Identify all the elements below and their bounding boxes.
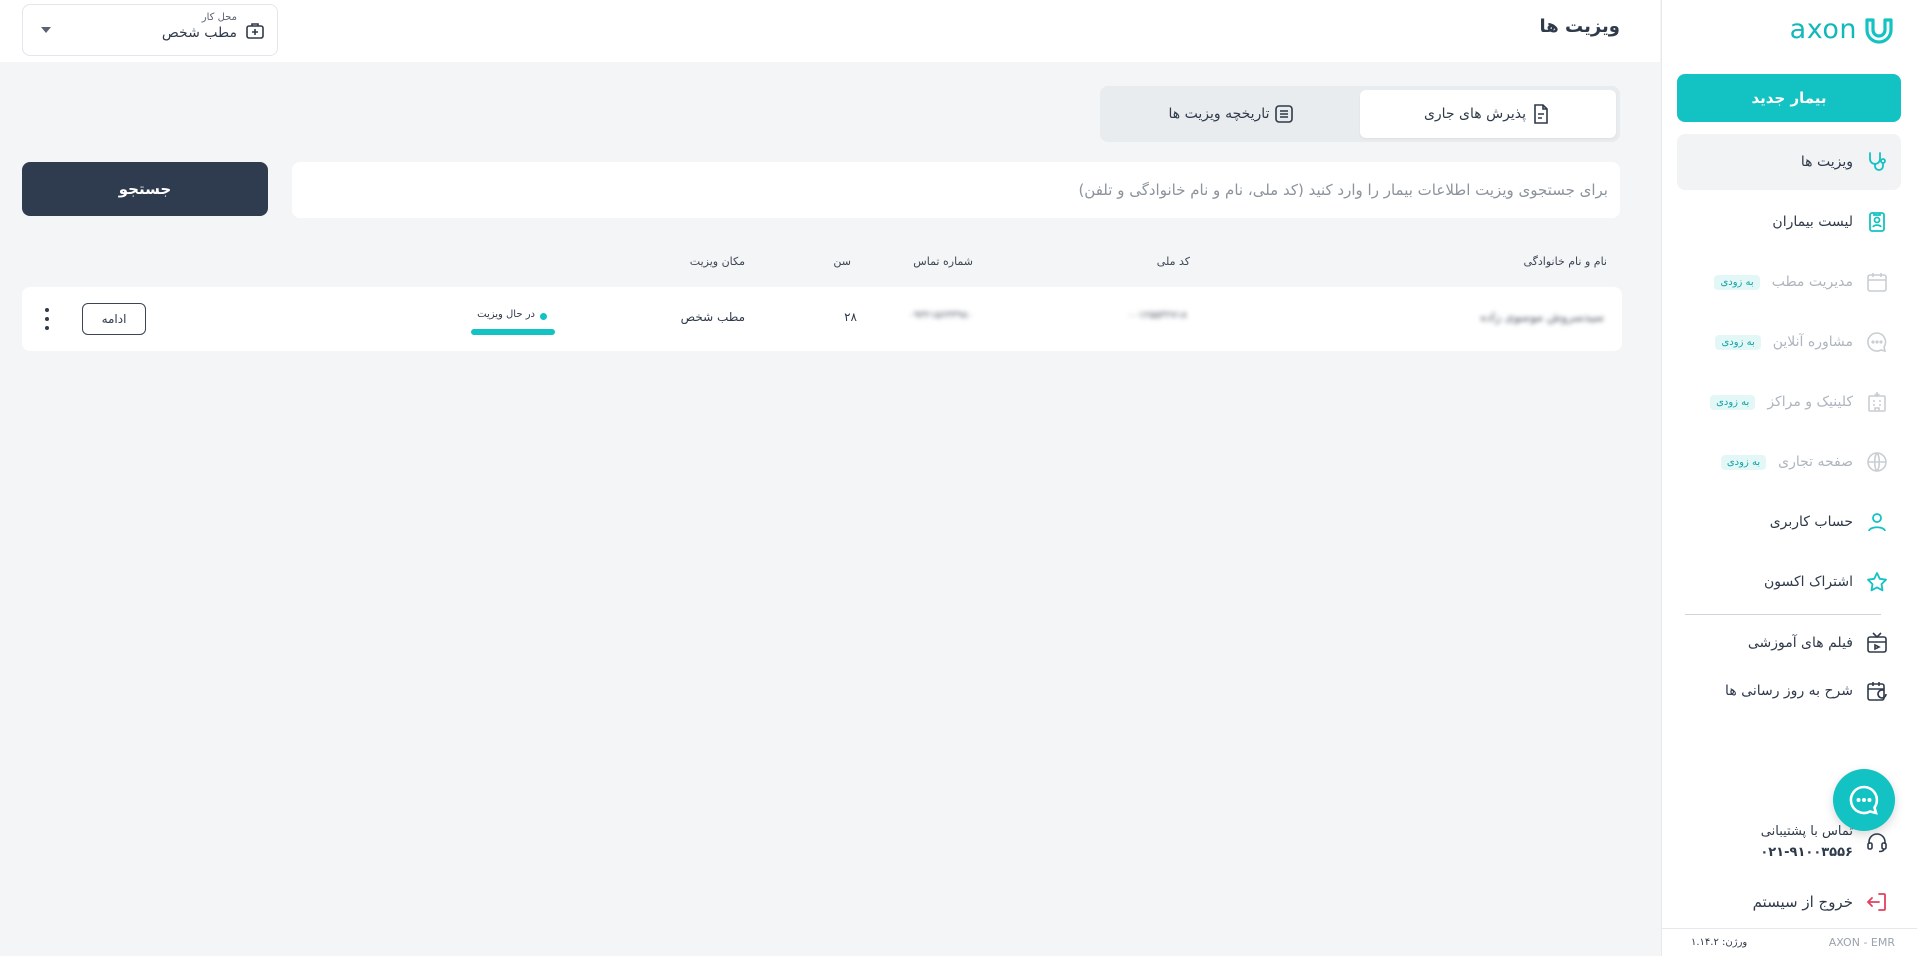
building-icon	[1868, 392, 1886, 412]
sidebar-item-tutorial-videos[interactable]: فیلم های آموزشی	[1677, 621, 1901, 665]
table-row[interactable]: سیدسروش موسوی زاده ۰۰۱۲۵۵۳۲۷۱۸ ۰۹۳۲۱۵۶۳۳…	[22, 287, 1622, 351]
patient-list-icon	[1869, 212, 1885, 232]
sidebar-item-label: حساب کاربری	[1769, 514, 1853, 530]
sidebar-item-online-consultation[interactable]: مشاوره آنلاین به زودی	[1677, 314, 1901, 370]
sidebar-nav: ویزیت ها لیست بیماران مدیریت مطب به زودی…	[1677, 134, 1901, 717]
new-patient-button[interactable]: بیمار جدید	[1677, 74, 1901, 122]
footer-brand: AXON - EMR	[1828, 936, 1895, 949]
sidebar-item-business-page[interactable]: صفحه تجاری به زودی	[1677, 434, 1901, 490]
top-bar: ویزیت ها محل کار مطب شخص	[0, 0, 1660, 62]
list-icon	[1275, 105, 1294, 123]
sidebar-item-label: ویزیت ها	[1800, 154, 1853, 170]
support-phone: ۰۲۱-۹۱۰۰۳۵۵۶	[1760, 845, 1853, 860]
column-header-phone: شماره تماس	[913, 255, 973, 268]
status-text: در حال ویزیت	[477, 309, 535, 320]
calendar-icon	[1867, 273, 1887, 292]
sidebar-item-subscription[interactable]: اشتراک اکسون	[1677, 554, 1901, 610]
tab-label: تاریخچه ویزیت ها	[1168, 106, 1270, 122]
sidebar-item-office-management[interactable]: مدیریت مطب به زودی	[1677, 254, 1901, 310]
medical-bag-icon	[246, 23, 264, 39]
brand-name: axon	[1789, 14, 1857, 45]
tab-visit-history[interactable]: تاریخچه ویزیت ها	[1104, 90, 1360, 138]
column-header-location: مکان ویزیت	[689, 255, 745, 268]
visit-location: مطب شخص	[680, 310, 745, 324]
tab-current-admissions[interactable]: پذیرش های جاری	[1360, 90, 1616, 138]
status-progress-bar	[471, 329, 555, 335]
sidebar-item-visits[interactable]: ویزیت ها	[1677, 134, 1901, 190]
page-title: ویزیت ها	[1539, 16, 1620, 37]
workplace-select[interactable]: محل کار مطب شخص	[22, 4, 278, 56]
axon-logo-icon	[1865, 17, 1893, 44]
column-header-national-code: کد ملی	[1156, 255, 1190, 268]
visit-tabs: پذیرش های جاری تاریخچه ویزیت ها	[1100, 86, 1620, 142]
workplace-value: مطب شخص	[161, 25, 237, 41]
sidebar-item-label: شرح به روز رسانی ها	[1725, 683, 1853, 699]
more-options-icon[interactable]	[42, 308, 52, 330]
workplace-label: محل کار	[201, 12, 237, 23]
stethoscope-icon	[1869, 152, 1886, 171]
visit-search-input[interactable]	[292, 162, 1620, 218]
calendar-refresh-icon	[1867, 682, 1887, 701]
brand-logo[interactable]: axon	[1790, 14, 1895, 45]
chat-bubble-icon	[1849, 785, 1879, 815]
column-header-age: سن	[833, 255, 851, 268]
sidebar-item-label: کلینیک و مراکز	[1767, 394, 1853, 410]
support-chat-button[interactable]	[1833, 769, 1895, 831]
sidebar: axon بیمار جدید ویزیت ها لیست بیماران مد…	[1661, 0, 1917, 956]
sidebar-item-label: مشاوره آنلاین	[1772, 334, 1853, 350]
sidebar-item-changelog[interactable]: شرح به روز رسانی ها	[1677, 669, 1901, 713]
sidebar-item-account[interactable]: حساب کاربری	[1677, 494, 1901, 550]
soon-badge: به زودی	[1714, 274, 1760, 290]
sidebar-divider	[1685, 614, 1881, 615]
soon-badge: به زودی	[1720, 454, 1767, 470]
sidebar-item-clinics[interactable]: کلینیک و مراکز به زودی	[1677, 374, 1901, 430]
sidebar-item-label: صفحه تجاری	[1778, 454, 1853, 470]
globe-icon	[1867, 452, 1887, 472]
continue-button[interactable]: ادامه	[82, 303, 146, 335]
soon-badge: به زودی	[1710, 394, 1756, 410]
chevron-down-icon	[41, 27, 51, 33]
document-icon	[1534, 104, 1548, 124]
sidebar-item-label: اشتراک اکسون	[1764, 574, 1853, 590]
logout-icon	[1866, 893, 1886, 911]
star-icon	[1867, 572, 1887, 592]
video-icon	[1867, 632, 1887, 653]
sidebar-item-label: فیلم های آموزشی	[1747, 635, 1853, 651]
app-version: ورژن: ۱.۱۴.۲	[1691, 937, 1748, 948]
column-header-name: نام و نام خانوادگی	[1523, 255, 1607, 268]
status-dot-icon	[540, 313, 547, 320]
patient-name: سیدسروش موسوی زاده	[1480, 310, 1604, 324]
logout-button[interactable]: خروج از سیستم	[1677, 886, 1901, 918]
sidebar-footer: ورژن: ۱.۱۴.۲ AXON - EMR	[1661, 928, 1917, 956]
chat-icon	[1867, 332, 1887, 353]
headset-icon	[1867, 833, 1887, 853]
patient-phone: ۰۹۳۲۱۵۶۳۳۹۸۰	[908, 310, 973, 321]
sidebar-item-label: مدیریت مطب	[1771, 274, 1853, 290]
support-label: تماس با پشتیبانی	[1760, 824, 1853, 839]
patient-age: ۲۸	[844, 310, 857, 324]
sidebar-item-patient-list[interactable]: لیست بیماران	[1677, 194, 1901, 250]
patient-national-code: ۰۰۱۲۵۵۳۲۷۱۸	[1127, 310, 1187, 321]
tab-label: پذیرش های جاری	[1423, 106, 1527, 122]
support-contact[interactable]: تماس با پشتیبانی ۰۲۱-۹۱۰۰۳۵۵۶	[1677, 824, 1901, 860]
sidebar-item-label: لیست بیماران	[1772, 214, 1853, 230]
soon-badge: به زودی	[1715, 334, 1761, 350]
user-icon	[1868, 513, 1886, 532]
search-button[interactable]: جستجو	[22, 162, 268, 216]
logout-label: خروج از سیستم	[1752, 893, 1853, 911]
